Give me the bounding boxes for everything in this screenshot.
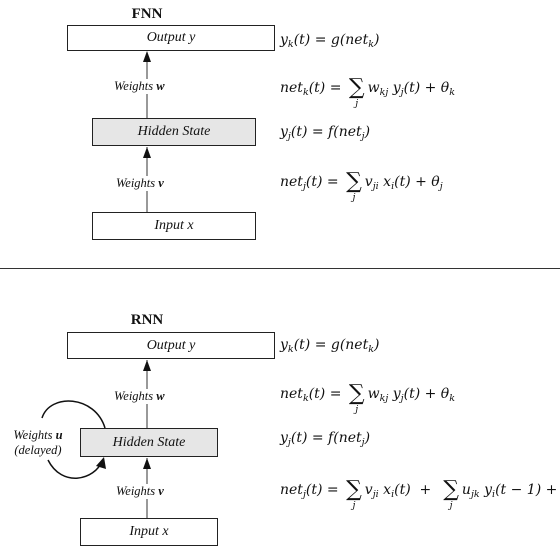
- label-text: Weights: [116, 484, 159, 498]
- equation-text: wkj yj(t) + θk: [367, 386, 455, 404]
- equation-text: yj(t) = f(netj): [280, 430, 371, 448]
- rnn-equation-output: yk(t) = g(netk): [280, 335, 379, 360]
- fnn-weights-w-label: Weights w: [112, 79, 167, 94]
- equation-text: netk(t) =: [280, 386, 346, 404]
- summation-symbol: ∑ j: [348, 381, 365, 415]
- fnn-arrowhead-output: [143, 51, 151, 62]
- rnn-weights-w-label: Weights w: [112, 389, 167, 404]
- equation-text: yj(t) = f(netj): [280, 124, 371, 142]
- equation-text: netj(t) =: [280, 174, 344, 192]
- label-text: Weights: [13, 428, 56, 442]
- rnn-arrowhead-hidden: [143, 458, 151, 469]
- equation-text: netj(t) =: [280, 482, 344, 500]
- equation-text: vji xi(t) +: [364, 482, 441, 500]
- fnn-equation-net-j: netj(t) = ∑ j vji xi(t) + θj: [280, 169, 443, 203]
- rnn-weights-u-label: Weights u (delayed): [6, 428, 70, 458]
- fnn-weights-v-label: Weights v: [114, 176, 166, 191]
- fnn-title: FNN: [131, 6, 163, 22]
- rnn-input-box: Input x: [80, 518, 218, 546]
- fnn-equation-hidden: yj(t) = f(netj): [280, 122, 370, 147]
- summation-symbol: ∑ j: [346, 477, 362, 511]
- fnn-hidden-state-box: Hidden State: [92, 118, 256, 146]
- label-text: Weights: [114, 79, 157, 93]
- rnn-weights-v-label: Weights v: [114, 484, 166, 499]
- label-symbol: v: [158, 176, 164, 190]
- rnn-arrowhead-output: [143, 360, 151, 371]
- label-text: Weights: [116, 176, 159, 190]
- fnn-equation-output: yk(t) = g(netk): [280, 30, 379, 55]
- summation-symbol: ∑ j: [346, 169, 362, 203]
- equation-text: yk(t) = g(netk): [280, 32, 380, 50]
- equation-text: ujk yi(t − 1) + θj: [461, 482, 560, 500]
- equation-text: netk(t) =: [280, 80, 346, 98]
- label-symbol: u: [55, 428, 63, 442]
- summation-symbol: ∑ j: [443, 477, 459, 511]
- recurrent-loop-arrowhead: [96, 457, 106, 469]
- label-symbol: w: [156, 79, 165, 93]
- rnn-output-box: Output y: [67, 332, 275, 359]
- fnn-arrowhead-hidden: [143, 147, 151, 158]
- rnn-equation-net-j: netj(t) = ∑ j vji xi(t) + ∑ j ujk yi(t − 1) …: [280, 477, 560, 511]
- equation-text: vji xi(t) + θj: [364, 174, 443, 192]
- rnn-equation-hidden: yj(t) = f(netj): [280, 428, 370, 453]
- equation-text: yk(t) = g(netk): [280, 337, 380, 355]
- label-text: Weights: [114, 389, 157, 403]
- equation-text: wkj yj(t) + θk: [367, 80, 455, 98]
- fnn-equation-net-k: netk(t) = ∑ j wkj yj(t) + θk: [280, 75, 455, 109]
- rnn-title: RNN: [130, 312, 164, 328]
- rnn-equation-net-k: netk(t) = ∑ j wkj yj(t) + θk: [280, 381, 455, 415]
- diagram: FNN Output y Weights w Hidden State Weig…: [0, 0, 560, 548]
- rnn-hidden-state-box: Hidden State: [80, 428, 218, 457]
- label-symbol: v: [158, 484, 164, 498]
- label-symbol: w: [156, 389, 165, 403]
- fnn-output-box: Output y: [67, 25, 275, 51]
- section-divider: [0, 268, 560, 269]
- weights-u-text: Weights u: [6, 428, 70, 443]
- fnn-input-box: Input x: [92, 212, 256, 240]
- weights-u-note: (delayed): [14, 443, 62, 457]
- summation-symbol: ∑ j: [348, 75, 365, 109]
